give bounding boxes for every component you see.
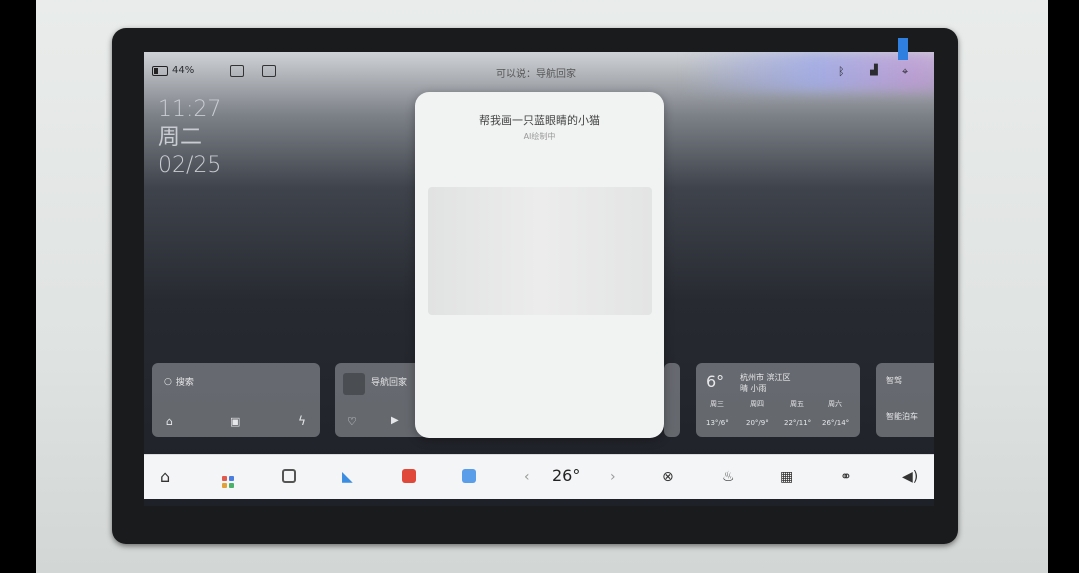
bluetooth-icon: ᛒ xyxy=(838,65,845,78)
music-title: 导航回家 xyxy=(371,378,408,388)
seat-heat-icon[interactable]: ⚭ xyxy=(840,469,852,485)
forecast-day: 周四 xyxy=(750,400,764,408)
signal-icon: ▟ xyxy=(870,65,878,76)
forecast-day: 周五 xyxy=(790,400,804,408)
dialog-status: AI绘制中 xyxy=(523,132,556,141)
bottom-dock: ⌂ ◣ ‹ 26° › ⊗ ♨ ▦ ⚭ ◀) xyxy=(144,454,934,499)
search-icon: ○ xyxy=(164,376,172,387)
voice-hint: 可以说：导航回家 xyxy=(496,69,576,80)
forecast-range: 13°/6° xyxy=(706,419,729,427)
temp-down-icon[interactable]: ‹ xyxy=(524,469,530,485)
clock-time: 11:27 xyxy=(158,97,222,122)
ai-drawing-dialog[interactable]: 帮我画一只蓝眼睛的小猫 AI绘制中 xyxy=(415,92,664,438)
ai-app-icon[interactable] xyxy=(462,469,476,487)
forecast-range: 22°/11° xyxy=(784,419,812,427)
search-field[interactable]: ○ 搜索 xyxy=(164,375,194,389)
clock-widget: 11:27 周二 02/25 xyxy=(158,96,221,180)
hidden-card xyxy=(664,363,680,437)
clock-date: 02/25 xyxy=(158,153,222,178)
forecast-day: 周六 xyxy=(828,400,842,408)
weather-card[interactable]: 6° 杭州市 滨江区 晴 小雨 周三 周四 周五 周六 13°/6° 20°/9… xyxy=(696,363,860,437)
navigation-card[interactable]: ○ 搜索 ⌂ ▣ ϟ xyxy=(152,363,320,437)
weather-location: 杭州市 滨江区 xyxy=(740,373,791,382)
battery-indicator: 44% xyxy=(152,65,194,76)
forecast-range: 20°/9° xyxy=(746,419,769,427)
navigation-app-icon[interactable]: ◣ xyxy=(342,469,353,485)
forecast-range: 26°/14° xyxy=(822,419,850,427)
forecast-day: 周三 xyxy=(710,400,724,408)
clock-weekday: 周二 xyxy=(158,125,203,150)
heart-icon[interactable]: ♡ xyxy=(347,415,357,428)
rear-defrost-icon[interactable]: ▦ xyxy=(780,469,793,485)
home-button-icon[interactable]: ⌂ xyxy=(160,467,170,486)
camera-status xyxy=(230,65,244,77)
image-placeholder xyxy=(428,187,652,315)
charging-icon[interactable]: ϟ xyxy=(298,414,306,428)
album-art xyxy=(343,373,365,395)
recorder-status xyxy=(262,65,276,77)
status-bar: 44% 可以说：导航回家 ᛒ ▟ ⌖ xyxy=(144,62,934,82)
camera-icon xyxy=(230,65,244,77)
car-screen: 44% 可以说：导航回家 ᛒ ▟ ⌖ 11:27 周二 02/25 ○ 搜索 ⌂… xyxy=(144,52,934,506)
apps-grid-icon[interactable] xyxy=(222,469,234,488)
volume-icon[interactable]: ◀) xyxy=(902,469,918,485)
smart-drive-title: 智驾 xyxy=(886,376,902,385)
home-icon[interactable]: ⌂ xyxy=(166,415,173,428)
fan-icon[interactable]: ⊗ xyxy=(662,469,674,485)
blue-indicator xyxy=(898,38,908,60)
camera-app-icon[interactable] xyxy=(282,469,296,487)
front-defrost-icon[interactable]: ♨ xyxy=(722,469,735,485)
play-icon[interactable]: ▶ xyxy=(391,415,399,426)
location-icon: ⌖ xyxy=(902,65,909,78)
weather-condition: 晴 小雨 xyxy=(740,384,767,393)
smart-parking-button[interactable]: 智能泊车 xyxy=(886,411,918,422)
briefcase-icon[interactable]: ▣ xyxy=(230,415,240,428)
weather-temp: 6° xyxy=(706,372,725,391)
battery-icon xyxy=(152,65,168,76)
dialog-title: 帮我画一只蓝眼睛的小猫 xyxy=(479,114,600,127)
smart-drive-card[interactable]: 智驾 智能泊车 xyxy=(876,363,934,437)
cabin-temperature[interactable]: 26° xyxy=(552,466,580,485)
battery-level: 44% xyxy=(172,65,195,76)
recorder-icon xyxy=(262,65,276,77)
music-app-icon[interactable] xyxy=(402,469,416,487)
temp-up-icon[interactable]: › xyxy=(610,469,616,485)
